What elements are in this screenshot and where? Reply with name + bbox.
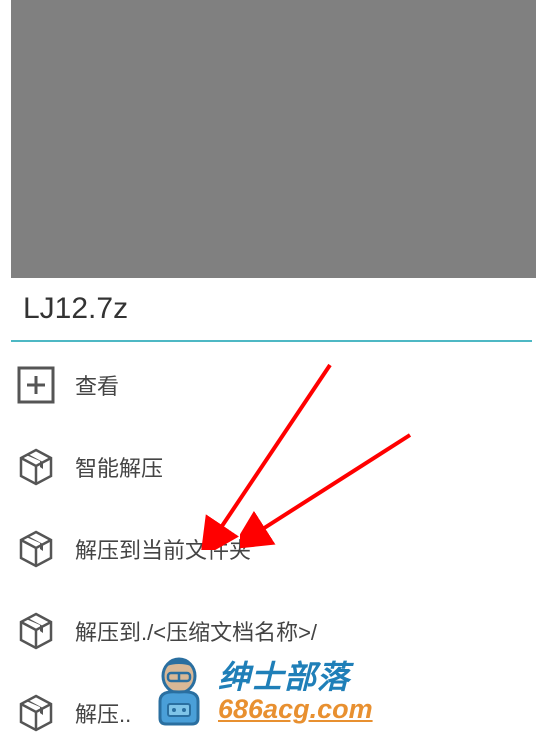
preview-area — [11, 0, 536, 278]
watermark-line1: 绅士部落 — [218, 661, 373, 695]
watermark: 绅士部落 686acg.com — [148, 656, 373, 728]
menu-label: 解压到当前文件夹 — [75, 533, 251, 565]
menu-label: 智能解压 — [75, 451, 163, 483]
watermark-text: 绅士部落 686acg.com — [218, 661, 373, 723]
watermark-line2: 686acg.com — [218, 695, 373, 723]
mascot-icon — [148, 656, 210, 728]
sheet-header: LJ12.7z — [11, 278, 532, 342]
box-icon — [15, 692, 57, 734]
menu-item-smart-extract[interactable]: 智能解压 — [11, 426, 532, 508]
menu-label: 解压到./<压缩文档名称>/ — [75, 615, 317, 647]
menu-item-view[interactable]: 查看 — [11, 344, 532, 426]
plus-square-icon — [15, 364, 57, 406]
box-icon — [15, 610, 57, 652]
box-icon — [15, 446, 57, 488]
menu-label: 查看 — [75, 369, 119, 401]
box-icon — [15, 528, 57, 570]
sheet-title: LJ12.7z — [23, 292, 520, 326]
menu-label: 解压.. — [75, 697, 131, 729]
menu-item-extract-here[interactable]: 解压到当前文件夹 — [11, 508, 532, 590]
